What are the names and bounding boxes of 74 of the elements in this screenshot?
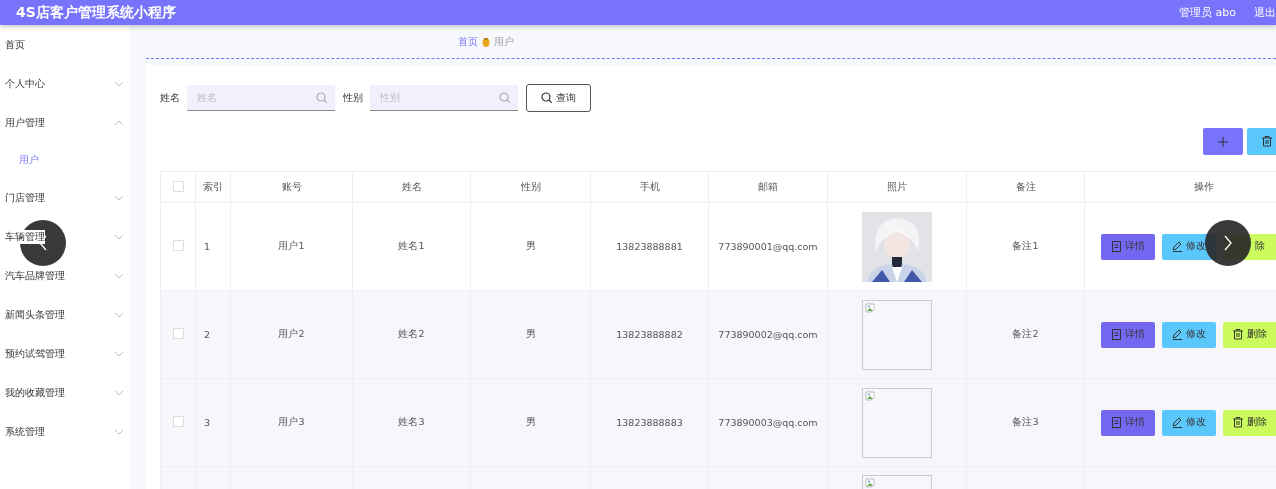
column-header: 手机 <box>590 171 709 203</box>
sidebar-item[interactable]: 我的收藏管理 <box>0 373 130 412</box>
sidebar-item[interactable]: 汽车品牌管理 <box>0 256 130 295</box>
table-cell: 773890003@qq.com <box>708 378 828 467</box>
sidebar-item[interactable]: 系统管理 <box>0 412 130 451</box>
table-cell: 1 <box>195 202 231 291</box>
table-cell: 773890002@qq.com <box>708 290 828 379</box>
column-header: 操作 <box>1084 171 1276 203</box>
field-label: 姓名 <box>160 90 180 105</box>
document-icon <box>1111 329 1121 340</box>
logout-link[interactable]: 退出 <box>1254 5 1276 20</box>
plus-icon <box>1218 136 1228 147</box>
query-button[interactable]: 查询 <box>526 83 591 112</box>
column-header: 照片 <box>827 171 967 203</box>
pencil-icon <box>1172 417 1182 428</box>
table-cell: 姓名2 <box>352 290 471 379</box>
row-checkbox[interactable] <box>172 328 184 339</box>
fruit-icon <box>482 36 490 47</box>
admin-user: 管理员 abo <box>1179 5 1236 20</box>
chevron-right-icon <box>1224 235 1232 251</box>
row-checkbox[interactable] <box>172 416 184 427</box>
edit-button[interactable]: 修改 <box>1162 321 1216 348</box>
search-icon <box>541 92 552 103</box>
column-header: 索引 <box>195 171 231 203</box>
column-header: 邮箱 <box>708 171 828 203</box>
column-header: 账号 <box>230 171 353 203</box>
table-cell: 13823888883 <box>590 378 709 467</box>
breadcrumb-item[interactable]: 首页 <box>458 34 478 49</box>
delete-button[interactable] <box>1247 128 1276 155</box>
table-cell: 备注3 <box>966 378 1085 467</box>
sidebar-item[interactable]: 个人中心 <box>0 64 130 103</box>
table-cell: 备注2 <box>966 290 1085 379</box>
column-header: 性别 <box>470 171 591 203</box>
table-cell: 姓名3 <box>352 378 471 467</box>
table-cell: 姓名1 <box>352 202 471 291</box>
broken-image-icon <box>865 390 875 401</box>
search-icon <box>499 91 510 103</box>
table-cell: 2 <box>195 290 231 379</box>
table-cell: 备注1 <box>966 202 1085 291</box>
pencil-icon <box>1172 329 1182 340</box>
table-cell: 3 <box>195 378 231 467</box>
sidebar-item[interactable]: 首页 <box>0 25 130 64</box>
breadcrumb-item: 用户 <box>494 34 514 49</box>
sidebar-item[interactable]: 用户管理 <box>0 103 130 142</box>
column-header: 姓名 <box>352 171 471 203</box>
sidebar-item[interactable]: 预约试驾管理 <box>0 334 130 373</box>
app-title: 4S店客户管理系统小程序 <box>16 3 177 22</box>
row-checkbox[interactable] <box>172 240 184 251</box>
pencil-icon <box>1172 241 1182 252</box>
delete-button[interactable]: 删除 <box>1223 321 1276 348</box>
table-cell: 用户2 <box>230 290 353 379</box>
table-cell: 773890001@qq.com <box>708 202 828 291</box>
broken-image-icon <box>865 302 875 313</box>
table-cell: 男 <box>470 202 591 291</box>
select-all-checkbox[interactable] <box>172 180 184 192</box>
delete-button[interactable]: 删除 <box>1223 409 1276 436</box>
field-label: 性别 <box>343 90 363 105</box>
trash-icon <box>1233 329 1243 340</box>
sidebar-item[interactable]: 新闻头条管理 <box>0 295 130 334</box>
trash-icon <box>1262 136 1272 147</box>
table-cell: 13823888882 <box>590 290 709 379</box>
edit-button[interactable]: 修改 <box>1162 409 1216 436</box>
trash-icon <box>1233 417 1243 428</box>
table-cell: 男 <box>470 378 591 467</box>
document-icon <box>1111 417 1121 428</box>
submenu-item[interactable]: 用户 <box>0 142 130 178</box>
table-cell: 用户1 <box>230 202 353 291</box>
search-icon <box>316 91 327 103</box>
table-cell: 用户3 <box>230 378 353 467</box>
table-cell: 13823888881 <box>590 202 709 291</box>
table-cell: 男 <box>470 290 591 379</box>
document-icon <box>1111 241 1121 252</box>
column-header: 备注 <box>966 171 1085 203</box>
sidebar-item[interactable]: 门店管理 <box>0 178 130 217</box>
